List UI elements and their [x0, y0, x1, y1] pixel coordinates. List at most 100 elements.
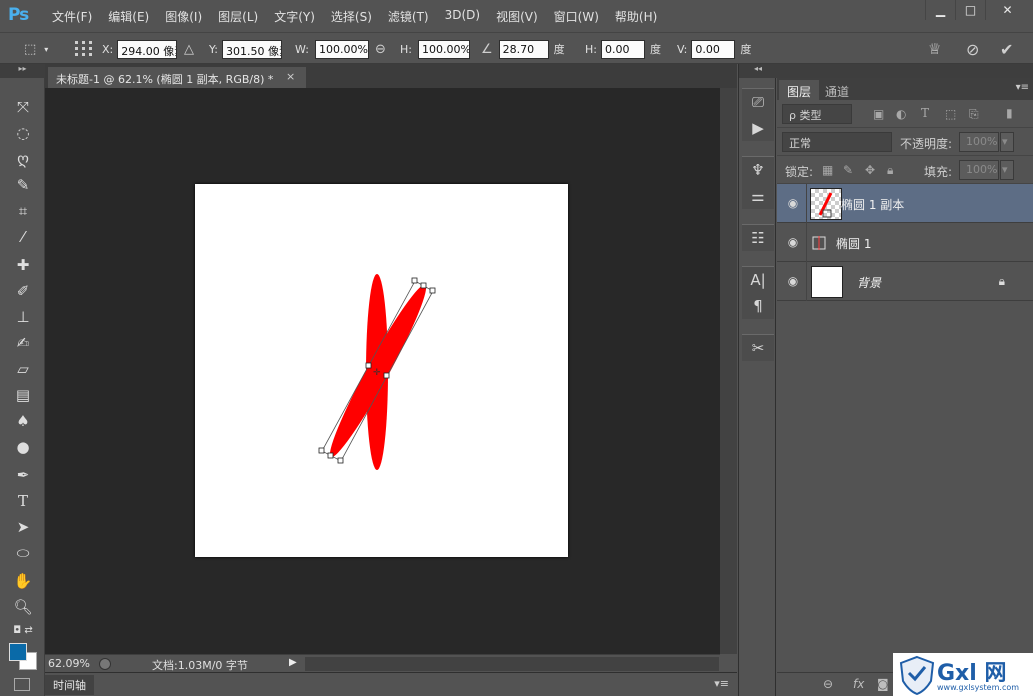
- close-window-button[interactable]: ✕: [985, 0, 1029, 20]
- filter-toggle-icon[interactable]: ▮: [1006, 106, 1013, 120]
- quick-selection-tool[interactable]: ✎: [11, 174, 35, 196]
- lasso-tool[interactable]: ღ: [11, 148, 35, 170]
- w-input[interactable]: 100.00%: [314, 39, 369, 59]
- visibility-toggle[interactable]: ◉: [777, 223, 807, 262]
- document-canvas[interactable]: ✛: [195, 184, 568, 557]
- lock-pixels-icon[interactable]: ✎: [843, 163, 853, 177]
- tab-channels[interactable]: 通道: [817, 80, 857, 100]
- cancel-transform-button[interactable]: ⊘: [966, 39, 979, 59]
- actions-play-icon[interactable]: ▶: [742, 115, 774, 141]
- tools-collapse-icon[interactable]: ▸▸: [0, 64, 45, 78]
- fill-input[interactable]: 100%: [959, 160, 999, 180]
- eraser-tool[interactable]: ▱: [11, 358, 35, 380]
- zoom-level[interactable]: 62.09%: [48, 657, 90, 670]
- menu-filter[interactable]: 滤镜(T): [380, 8, 437, 25]
- menu-file[interactable]: 文件(F): [44, 8, 100, 25]
- lock-transparency-icon[interactable]: ▦: [822, 163, 833, 177]
- filter-smart-object-icon[interactable]: ⎘: [969, 107, 979, 122]
- elliptical-marquee-tool[interactable]: ◌: [11, 122, 35, 144]
- history-panel-icon[interactable]: ⎚: [742, 89, 774, 115]
- panel-menu-icon[interactable]: ▾≡: [714, 677, 729, 690]
- adjustments-icon[interactable]: ⚌: [742, 183, 774, 209]
- visibility-toggle[interactable]: ◉: [777, 184, 807, 223]
- opacity-input[interactable]: 100%: [959, 132, 999, 152]
- zoom-tool[interactable]: 🔍︎: [11, 596, 35, 618]
- healing-brush-tool[interactable]: ✚: [11, 254, 35, 276]
- close-document-button[interactable]: ×: [286, 70, 295, 83]
- visibility-toggle[interactable]: ◉: [777, 262, 807, 301]
- menu-window[interactable]: 窗口(W): [546, 8, 607, 25]
- status-info-icon[interactable]: [99, 658, 111, 670]
- vskew-input[interactable]: 0.00: [691, 39, 736, 59]
- layers-panel-menu-icon[interactable]: ▾≡: [1016, 82, 1029, 93]
- hskew-input[interactable]: 0.00: [600, 39, 645, 59]
- crop-tool[interactable]: ⌗: [11, 200, 35, 222]
- status-menu-arrow-icon[interactable]: ▶: [289, 657, 297, 668]
- link-aspect-toggle[interactable]: ⊖: [375, 39, 386, 59]
- menu-help[interactable]: 帮助(H): [607, 8, 665, 25]
- menu-view[interactable]: 视图(V): [488, 8, 546, 25]
- lock-position-icon[interactable]: ✥: [865, 163, 875, 177]
- history-brush-tool[interactable]: ✍: [11, 332, 35, 354]
- layer-row-background[interactable]: ◉ 背景 🔒︎: [777, 262, 1033, 301]
- horizontal-scrollbar[interactable]: [305, 657, 719, 671]
- filter-kind-select[interactable]: ρ 类型: [782, 104, 852, 124]
- blur-tool[interactable]: ♠: [11, 410, 35, 432]
- layer-row-ellipse-1[interactable]: ◉ 椭圆 1: [777, 223, 1033, 262]
- vertical-scrollbar[interactable]: [720, 88, 737, 654]
- ellipse-tool[interactable]: ⬭: [11, 542, 35, 564]
- brush-tool[interactable]: ✐: [11, 280, 35, 302]
- x-input[interactable]: 294.00 像素: [117, 39, 178, 59]
- menu-3d[interactable]: 3D(D): [437, 8, 488, 25]
- gradient-tool[interactable]: ▤: [11, 384, 35, 406]
- brush-presets-icon[interactable]: ♆: [742, 157, 774, 183]
- type-tool[interactable]: T: [11, 490, 35, 512]
- filter-shape-icon[interactable]: ⬚: [945, 107, 956, 121]
- warp-mode-button[interactable]: ♕: [928, 39, 941, 59]
- document-tab[interactable]: 未标题-1 @ 62.1% (椭圆 1 副本, RGB/8) *: [48, 67, 306, 88]
- filter-adjustment-icon[interactable]: ◐: [896, 107, 906, 121]
- commit-transform-button[interactable]: ✔: [1000, 39, 1013, 59]
- blend-mode-select[interactable]: 正常: [782, 132, 892, 152]
- menu-type[interactable]: 文字(Y): [266, 8, 323, 25]
- path-selection-tool[interactable]: ➤: [11, 516, 35, 538]
- menu-edit[interactable]: 编辑(E): [100, 8, 157, 25]
- default-colors-button[interactable]: ◘ ⇄: [6, 622, 40, 638]
- dodge-tool[interactable]: ●: [11, 436, 35, 458]
- relative-position-toggle[interactable]: △: [184, 39, 194, 59]
- lock-all-icon[interactable]: 🔒︎: [887, 163, 893, 178]
- menu-select[interactable]: 选择(S): [323, 8, 380, 25]
- y-input[interactable]: 301.50 像素: [221, 39, 282, 59]
- move-tool[interactable]: ⤧: [11, 96, 35, 118]
- menu-layer[interactable]: 图层(L): [210, 8, 266, 25]
- paragraph-panel-icon[interactable]: ¶: [742, 293, 774, 319]
- timeline-tab[interactable]: 时间轴: [45, 675, 94, 695]
- layer-row-ellipse-1-copy[interactable]: ◉ 椭圆 1 副本: [777, 184, 1033, 223]
- maximize-button[interactable]: □: [955, 0, 985, 20]
- h-input[interactable]: 100.00%: [417, 39, 470, 59]
- transform-tool-preset[interactable]: ⬚ ▾: [24, 39, 48, 59]
- character-panel-icon[interactable]: A|: [742, 267, 774, 293]
- angle-input[interactable]: 28.70: [498, 39, 549, 59]
- strip-collapse-icon[interactable]: ◂◂: [739, 64, 777, 78]
- tool-presets-icon[interactable]: ✂: [742, 335, 774, 361]
- mask-icon[interactable]: ◙: [877, 677, 889, 691]
- fx-icon[interactable]: fx: [853, 677, 864, 691]
- pivot-point-icon[interactable]: ✛: [373, 368, 381, 378]
- filter-type-icon[interactable]: T: [921, 106, 929, 120]
- reference-point-grid[interactable]: [74, 39, 94, 59]
- screen-mode-icon[interactable]: [14, 678, 30, 691]
- filter-pixel-icon[interactable]: ▣: [873, 107, 884, 121]
- eyedropper-tool[interactable]: ⁄: [11, 226, 35, 248]
- tab-layers[interactable]: 图层: [779, 80, 820, 100]
- opacity-dropdown[interactable]: ▾: [1000, 132, 1014, 152]
- menu-image[interactable]: 图像(I): [157, 8, 210, 25]
- foreground-color-swatch[interactable]: [9, 643, 27, 661]
- clone-stamp-tool[interactable]: ⊥: [11, 306, 35, 328]
- minimize-button[interactable]: ▁: [925, 0, 955, 20]
- fill-dropdown[interactable]: ▾: [1000, 160, 1014, 180]
- link-layers-icon[interactable]: ⊖: [823, 677, 833, 691]
- pen-tool[interactable]: ✒: [11, 464, 35, 486]
- hand-tool[interactable]: ✋: [11, 570, 35, 592]
- properties-icon[interactable]: ☷: [742, 225, 774, 251]
